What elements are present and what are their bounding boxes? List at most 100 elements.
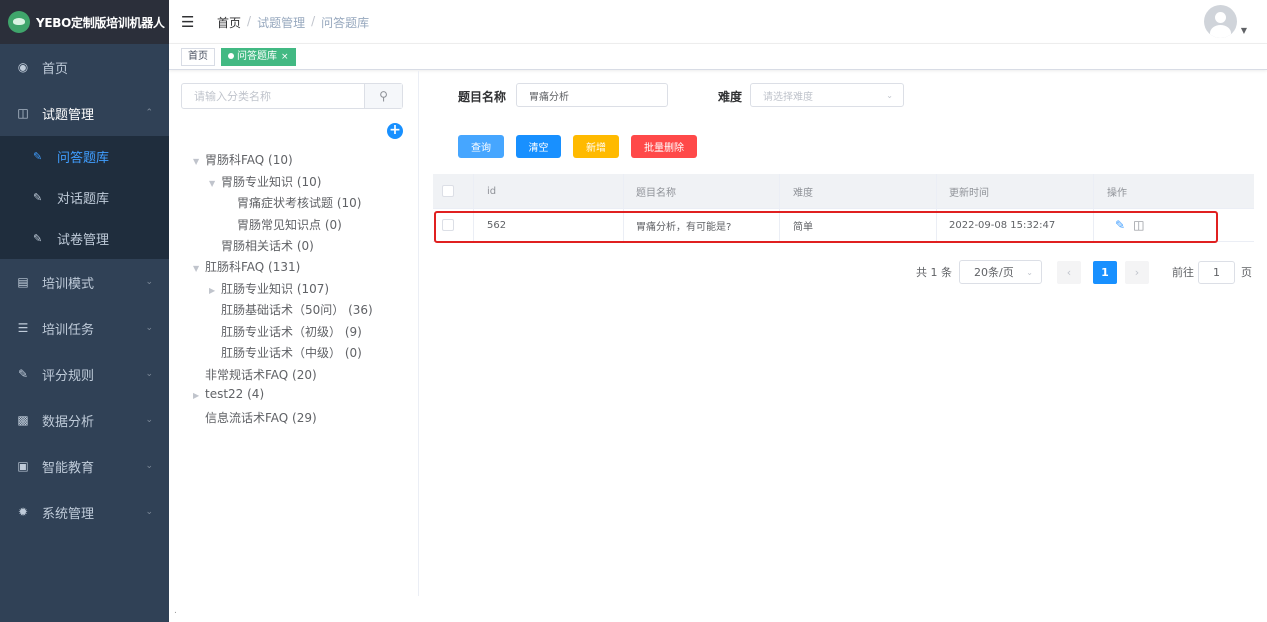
goto-page-input[interactable]: 1 <box>1198 261 1235 284</box>
chevron-down-icon: ⌄ <box>145 323 153 333</box>
tree-node[interactable]: ▼ 胃肠科FAQ (10) <box>193 151 293 168</box>
next-page-button[interactable]: › <box>1125 261 1149 284</box>
sidebar-item-label: 问答题库 <box>57 151 110 166</box>
caret-down-icon[interactable]: ▼ <box>1241 26 1247 35</box>
chevron-down-icon: ⌄ <box>145 507 153 517</box>
add-button[interactable]: 新增 <box>573 135 619 158</box>
chevron-down-icon: ⌄ <box>145 277 153 287</box>
logo-icon <box>8 11 30 33</box>
navbar: ☰ 首页 / 试题管理 / 问答题库 ▼ <box>169 0 1267 44</box>
sidebar-item-qa-bank[interactable]: ✎ 问答题库 <box>0 136 169 177</box>
edit-icon: ✎ <box>17 367 29 381</box>
sidebar-item-label: 系统管理 <box>42 506 95 522</box>
page-size-select[interactable]: 20条/页 ⌄ <box>959 260 1042 284</box>
sidebar-item-dialog-bank[interactable]: ✎ 对话题库 <box>0 177 169 218</box>
table-row: 562 胃痛分析，有可能是? 简单 2022-09-08 15:32:47 ✎ … <box>433 209 1254 242</box>
tree-node[interactable]: ▶ test22 (4) <box>193 387 264 401</box>
caret-down-icon[interactable]: ▼ <box>209 179 221 188</box>
tree-node[interactable]: 肛肠基础话术（50问） (36) <box>221 301 373 318</box>
clear-button[interactable]: 清空 <box>516 135 561 158</box>
hamburger-icon[interactable]: ☰ <box>181 13 194 31</box>
tree-node[interactable]: 肛肠专业话术（初级） (9) <box>221 323 362 340</box>
chevron-down-icon: ⌄ <box>145 461 153 471</box>
close-icon[interactable]: × <box>281 52 289 62</box>
gear-icon: ✹ <box>17 505 29 519</box>
sidebar-item-paper[interactable]: ✎ 试卷管理 <box>0 218 169 259</box>
sidebar-item-training-mode[interactable]: ▤ 培训模式 ⌄ <box>0 259 169 305</box>
tree-node[interactable]: 信息流话术FAQ (29) <box>193 409 317 426</box>
caret-right-icon[interactable]: ▶ <box>209 286 221 295</box>
page-number-current[interactable]: 1 <box>1093 261 1117 284</box>
batch-delete-button[interactable]: 批量删除 <box>631 135 697 158</box>
breadcrumb: 首页 / 试题管理 / 问答题库 <box>217 14 369 31</box>
column-header: 难度 <box>793 187 813 199</box>
sidebar-item-label: 评分规则 <box>42 368 95 384</box>
tree-node[interactable]: 非常规话术FAQ (20) <box>193 366 317 383</box>
question-name-input[interactable]: 胃痛分析 <box>516 83 668 107</box>
tree-node[interactable]: 肛肠专业话术（中级） (0) <box>221 344 362 361</box>
question-table: id 题目名称 难度 更新时间 操作 562 胃痛分析，有可能是? 简单 202… <box>433 174 1254 242</box>
tree-node[interactable]: 胃痛症状考核试题 (10) <box>237 194 361 211</box>
edit-icon[interactable]: ✎ <box>1115 218 1125 232</box>
tag-home[interactable]: 首页 <box>181 48 215 66</box>
cell-difficulty: 简单 <box>793 221 813 233</box>
category-search: ⚲ <box>181 83 403 109</box>
sidebar-item-label: 试题管理 <box>42 107 95 123</box>
submenu-exam: ✎ 问答题库 ✎ 对话题库 ✎ 试卷管理 <box>0 136 169 259</box>
tree-node[interactable]: ▼ 胃肠专业知识 (10) <box>209 173 321 190</box>
tree-node[interactable]: 胃肠相关话术 (0) <box>221 237 314 254</box>
dashboard-icon: ◉ <box>17 60 29 74</box>
sidebar: YEBO定制版培训机器人 ◉ 首页 ◫ 试题管理 ⌃ ✎ 问答题库 ✎ 对话题库… <box>0 0 169 622</box>
main-content: 题目名称 胃痛分析 难度 请选择难度 ⌄ 查询 清空 新增 批量删除 id 题目… <box>420 71 1267 596</box>
bar-chart-icon: ▩ <box>17 413 29 427</box>
sidebar-item-label: 培训任务 <box>42 322 95 338</box>
tags-view: 首页 问答题库 × <box>169 44 1267 70</box>
add-category-icon[interactable]: + <box>387 123 403 139</box>
difficulty-label: 难度 <box>718 90 743 104</box>
sidebar-item-analytics[interactable]: ▩ 数据分析 ⌄ <box>0 397 169 443</box>
caret-down-icon[interactable]: ▼ <box>193 264 205 273</box>
sidebar-item-scoring[interactable]: ✎ 评分规则 ⌄ <box>0 351 169 397</box>
sidebar-item-education[interactable]: ▣ 智能教育 ⌄ <box>0 443 169 489</box>
chevron-down-icon: ⌄ <box>145 415 153 425</box>
caret-right-icon[interactable]: ▶ <box>193 391 205 400</box>
search-icon[interactable]: ⚲ <box>364 84 402 108</box>
chevron-down-icon: ⌄ <box>145 369 153 379</box>
avatar[interactable] <box>1204 5 1237 38</box>
select-all-checkbox[interactable] <box>442 174 454 208</box>
difficulty-select[interactable]: 请选择难度 ⌄ <box>750 83 904 107</box>
row-checkbox[interactable] <box>442 209 454 241</box>
edit-icon: ✎ <box>33 150 43 163</box>
category-search-input[interactable] <box>182 84 364 108</box>
cell-id: 562 <box>487 219 507 231</box>
tree-node[interactable]: ▼ 肛肠科FAQ (131) <box>193 258 300 275</box>
sidebar-item-training-task[interactable]: ☰ 培训任务 ⌄ <box>0 305 169 351</box>
tree-node[interactable]: ▶ 肛肠专业知识 (107) <box>209 280 329 297</box>
monitor-icon: ▤ <box>17 275 29 289</box>
chevron-up-icon: ⌃ <box>145 108 153 118</box>
question-name-label: 题目名称 <box>458 90 507 104</box>
goto-suffix: 页 <box>1241 266 1252 279</box>
sidebar-item-label: 智能教育 <box>42 460 95 476</box>
logo: YEBO定制版培训机器人 <box>0 0 169 44</box>
column-header: 题目名称 <box>636 187 676 199</box>
sidebar-item-label: 对话题库 <box>57 192 110 207</box>
book-icon: ◫ <box>17 106 29 120</box>
sidebar-item-home[interactable]: ◉ 首页 <box>0 44 169 90</box>
breadcrumb-home[interactable]: 首页 <box>217 14 241 31</box>
tag-qa-bank[interactable]: 问答题库 × <box>221 48 296 66</box>
query-button[interactable]: 查询 <box>458 135 504 158</box>
edit-icon: ✎ <box>33 191 43 204</box>
breadcrumb-separator: / <box>247 14 252 28</box>
chevron-down-icon: ⌄ <box>1026 267 1033 277</box>
tag-label: 问答题库 <box>237 51 277 62</box>
trash-icon[interactable]: ◫ <box>1133 218 1144 232</box>
prev-page-button[interactable]: ‹ <box>1057 261 1081 284</box>
breadcrumb-exam[interactable]: 试题管理 <box>257 14 305 31</box>
sidebar-item-label: 首页 <box>42 61 69 77</box>
sidebar-item-exam[interactable]: ◫ 试题管理 ⌃ <box>0 90 169 136</box>
footer-mark: . <box>174 606 177 616</box>
tree-node[interactable]: 胃肠常见知识点 (0) <box>237 216 342 233</box>
sidebar-item-system[interactable]: ✹ 系统管理 ⌄ <box>0 489 169 535</box>
caret-down-icon[interactable]: ▼ <box>193 157 205 166</box>
